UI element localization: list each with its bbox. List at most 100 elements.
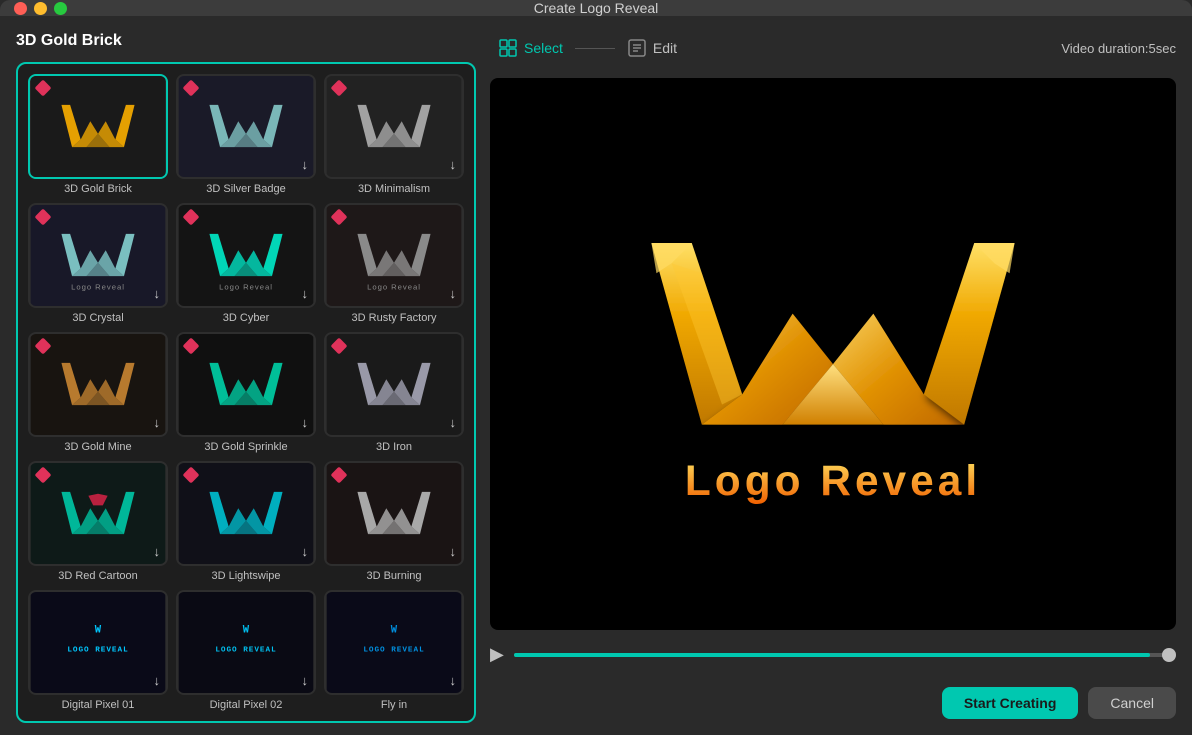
template-item-3d-silver-badge[interactable]: ↓ 3D Silver Badge xyxy=(176,74,316,195)
minimize-button[interactable] xyxy=(34,2,47,15)
diamond-badge xyxy=(184,468,198,482)
progress-fill xyxy=(514,653,1150,657)
template-item-3d-red-cartoon[interactable]: ↓ 3D Red Cartoon xyxy=(28,461,168,582)
download-icon[interactable]: ↓ xyxy=(450,415,457,430)
templates-grid-container[interactable]: 3D Gold Brick ↓ 3D Silver Badge ↓ 3D Minim… xyxy=(16,62,476,723)
template-label: 3D Gold Mine xyxy=(28,441,168,453)
template-item-3d-iron[interactable]: ↓ 3D Iron xyxy=(324,332,464,453)
diamond-badge xyxy=(36,210,50,224)
template-thumb-3d-iron: ↓ xyxy=(324,332,464,437)
download-icon[interactable]: ↓ xyxy=(154,286,161,301)
svg-text:LOGO REVEAL: LOGO REVEAL xyxy=(363,647,424,655)
template-label: Fly in xyxy=(324,699,464,711)
step-edit[interactable]: Edit xyxy=(619,34,685,62)
diamond-badge xyxy=(36,468,50,482)
progress-thumb[interactable] xyxy=(1162,648,1176,662)
templates-grid: 3D Gold Brick ↓ 3D Silver Badge ↓ 3D Minim… xyxy=(28,74,464,711)
close-button[interactable] xyxy=(14,2,27,15)
template-label: Digital Pixel 01 xyxy=(28,699,168,711)
template-thumb-3d-gold-brick xyxy=(28,74,168,179)
template-thumb-3d-gold-mine: ↓ xyxy=(28,332,168,437)
diamond-badge xyxy=(332,339,346,353)
svg-text:LOGO REVEAL: LOGO REVEAL xyxy=(67,647,128,655)
template-thumb-3d-burning: ↓ xyxy=(324,461,464,566)
template-thumb-3d-cyber: Logo Reveal ↓ xyxy=(176,203,316,308)
svg-text:Logo Reveal: Logo Reveal xyxy=(71,283,125,292)
template-thumb-3d-red-cartoon: ↓ xyxy=(28,461,168,566)
template-thumb-3d-silver-badge: ↓ xyxy=(176,74,316,179)
download-icon[interactable]: ↓ xyxy=(154,673,161,688)
download-icon[interactable]: ↓ xyxy=(154,544,161,559)
steps-bar: Select Edit Video duration:5sec xyxy=(490,28,1176,68)
play-button[interactable]: ▶ xyxy=(490,644,504,665)
preview-area: Logo Reveal xyxy=(490,78,1176,630)
step-select[interactable]: Select xyxy=(490,34,571,62)
cancel-button[interactable]: Cancel xyxy=(1088,687,1176,719)
bottom-bar: Start Creating Cancel xyxy=(490,679,1176,723)
download-icon[interactable]: ↓ xyxy=(302,157,309,172)
template-item-3d-rusty-factory[interactable]: Logo Reveal ↓ 3D Rusty Factory xyxy=(324,203,464,324)
title-bar: Create Logo Reveal xyxy=(0,0,1192,16)
svg-text:W: W xyxy=(243,624,250,636)
template-item-3d-gold-sprinkle[interactable]: ↓3D Gold Sprinkle xyxy=(176,332,316,453)
download-icon[interactable]: ↓ xyxy=(450,544,457,559)
template-item-digital-pixel-02[interactable]: W LOGO REVEAL ↓Digital Pixel 02 xyxy=(176,590,316,711)
download-icon[interactable]: ↓ xyxy=(302,415,309,430)
diamond-badge xyxy=(332,210,346,224)
template-label: 3D Gold Brick xyxy=(28,183,168,195)
template-item-3d-gold-brick[interactable]: 3D Gold Brick xyxy=(28,74,168,195)
download-icon[interactable]: ↓ xyxy=(154,415,161,430)
template-label: 3D Rusty Factory xyxy=(324,312,464,324)
template-label: 3D Burning xyxy=(324,570,464,582)
diamond-badge xyxy=(332,81,346,95)
playback-bar: ▶ xyxy=(490,640,1176,669)
select-icon xyxy=(498,38,518,58)
template-item-3d-crystal[interactable]: Logo Reveal ↓ 3D Crystal xyxy=(28,203,168,324)
download-icon[interactable]: ↓ xyxy=(450,286,457,301)
template-item-3d-burning[interactable]: ↓ 3D Burning xyxy=(324,461,464,582)
template-thumb-fly-in: W LOGO REVEAL ↓ xyxy=(324,590,464,695)
right-panel: Select Edit Video duration:5sec xyxy=(490,28,1176,723)
template-label: 3D Crystal xyxy=(28,312,168,324)
template-thumb-3d-crystal: Logo Reveal ↓ xyxy=(28,203,168,308)
svg-text:LOGO REVEAL: LOGO REVEAL xyxy=(215,647,276,655)
template-label: 3D Red Cartoon xyxy=(28,570,168,582)
template-item-3d-minimalism[interactable]: ↓ 3D Minimalism xyxy=(324,74,464,195)
template-thumb-3d-lightswipe: ↓ xyxy=(176,461,316,566)
template-label: 3D Lightswipe xyxy=(176,570,316,582)
download-icon[interactable]: ↓ xyxy=(302,673,309,688)
template-thumb-digital-pixel-02: W LOGO REVEAL ↓ xyxy=(176,590,316,695)
template-thumb-digital-pixel-01: W LOGO REVEAL ↓ xyxy=(28,590,168,695)
maximize-button[interactable] xyxy=(54,2,67,15)
download-icon[interactable]: ↓ xyxy=(450,673,457,688)
svg-text:Logo Reveal: Logo Reveal xyxy=(685,457,981,504)
template-item-fly-in[interactable]: W LOGO REVEAL ↓ Fly in xyxy=(324,590,464,711)
preview-svg: Logo Reveal xyxy=(490,78,1176,630)
download-icon[interactable]: ↓ xyxy=(302,286,309,301)
diamond-badge xyxy=(36,81,50,95)
template-item-digital-pixel-01[interactable]: W LOGO REVEAL ↓ Digital Pixel 01 xyxy=(28,590,168,711)
template-item-3d-gold-mine[interactable]: ↓ 3D Gold Mine xyxy=(28,332,168,453)
progress-track[interactable] xyxy=(514,653,1176,657)
diamond-badge xyxy=(332,468,346,482)
panel-title: 3D Gold Brick xyxy=(16,28,476,54)
svg-text:Logo Reveal: Logo Reveal xyxy=(219,283,273,292)
download-icon[interactable]: ↓ xyxy=(450,157,457,172)
template-thumb-3d-minimalism: ↓ xyxy=(324,74,464,179)
download-icon[interactable]: ↓ xyxy=(302,544,309,559)
template-item-3d-lightswipe[interactable]: ↓ 3D Lightswipe xyxy=(176,461,316,582)
left-panel: 3D Gold Brick 3D Gold Brick ↓ 3D Silver B… xyxy=(16,28,476,723)
template-label: 3D Cyber xyxy=(176,312,316,324)
diamond-badge xyxy=(36,339,50,353)
step-edit-label: Edit xyxy=(653,40,677,56)
template-label: 3D Minimalism xyxy=(324,183,464,195)
template-label: 3D Silver Badge xyxy=(176,183,316,195)
window-title: Create Logo Reveal xyxy=(534,0,659,16)
template-label: 3D Iron xyxy=(324,441,464,453)
template-item-3d-cyber[interactable]: Logo Reveal ↓ 3D Cyber xyxy=(176,203,316,324)
step-connector xyxy=(575,48,615,49)
edit-icon xyxy=(627,38,647,58)
template-thumb-3d-gold-sprinkle: ↓ xyxy=(176,332,316,437)
template-thumb-3d-rusty-factory: Logo Reveal ↓ xyxy=(324,203,464,308)
start-creating-button[interactable]: Start Creating xyxy=(942,687,1079,719)
